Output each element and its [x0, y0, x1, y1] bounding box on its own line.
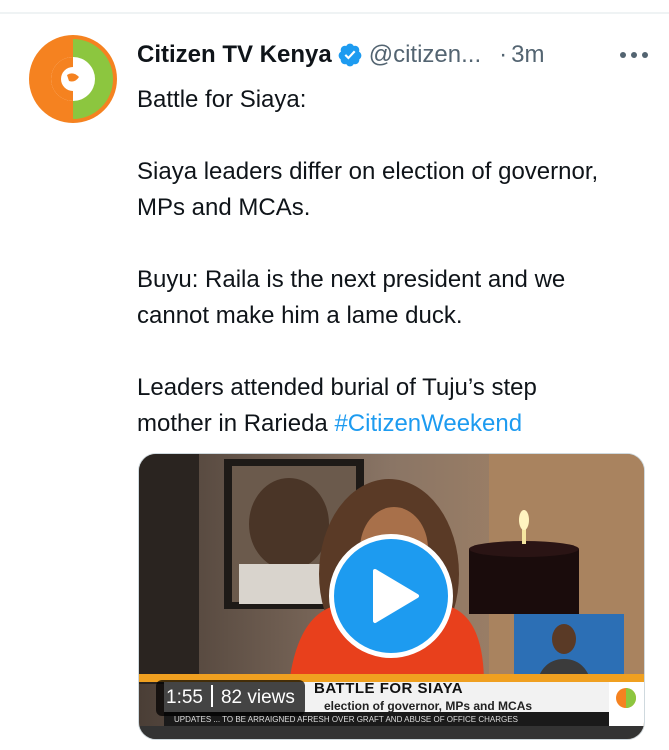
divider — [0, 12, 669, 14]
handle[interactable]: @citizen... — [369, 41, 481, 69]
citizen-logo-icon[interactable] — [29, 35, 117, 123]
text-line: cannot make him a lame duck. — [137, 302, 463, 329]
video-duration-badge: 1:55 82 views — [156, 680, 305, 716]
hashtag-link[interactable]: #CitizenWeekend — [334, 410, 522, 437]
timestamp[interactable]: 3m — [511, 41, 544, 69]
text-line: Leaders attended burial of Tuju’s step — [137, 374, 537, 401]
more-dots-icon[interactable] — [617, 41, 651, 69]
separator-dot: · — [499, 41, 508, 68]
video-player[interactable]: BATTLE FOR SIAYA election of governor, M… — [138, 453, 645, 740]
video-views: 82 views — [220, 687, 295, 708]
tweet-text: Battle for Siaya: Siaya leaders differ o… — [137, 82, 657, 442]
text-line: Siaya leaders differ on election of gove… — [137, 158, 599, 185]
text-line: Buyu: Raila is the next president and we — [137, 266, 566, 293]
play-button[interactable] — [329, 534, 453, 658]
tweet-header: Citizen TV Kenya @citizen... · 3m — [137, 37, 651, 73]
text-line: MPs and MCAs. — [137, 194, 311, 221]
tweet-page: Citizen TV Kenya @citizen... · 3m Battle… — [0, 0, 669, 750]
text-line: Battle for Siaya: — [137, 86, 307, 113]
play-icon — [373, 569, 419, 623]
video-duration: 1:55 — [166, 687, 203, 708]
verified-badge-icon — [338, 43, 362, 67]
text-fragment: mother in Rarieda — [137, 410, 335, 437]
chyron-title: BATTLE FOR SIAYA — [314, 680, 464, 697]
chyron-subtitle: election of governor, MPs and MCAs — [324, 699, 533, 713]
display-name[interactable]: Citizen TV Kenya — [137, 41, 332, 69]
text-line-last: mother in Rarieda #CitizenWeekend — [137, 406, 657, 442]
